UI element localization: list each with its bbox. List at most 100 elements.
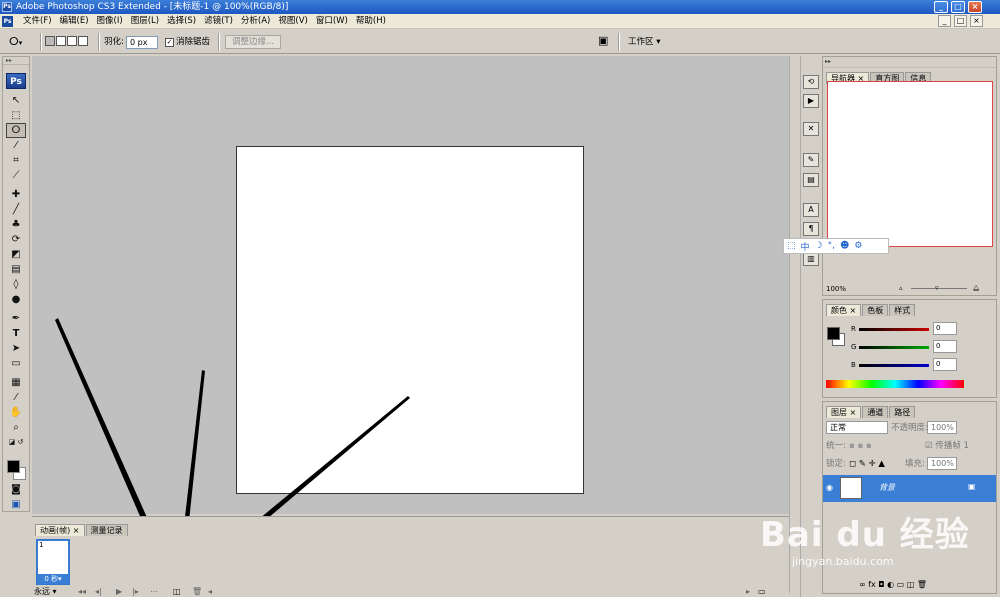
- menu-image[interactable]: 图像(I): [94, 14, 128, 29]
- app-menu-icon[interactable]: Ps: [2, 16, 13, 27]
- tab-swatches[interactable]: 色板: [862, 304, 889, 316]
- lock-icons[interactable]: ◻ ✎ ✛ ▲: [849, 458, 885, 470]
- frame-delay[interactable]: 0 秒▾: [37, 575, 69, 584]
- default-colors-icon[interactable]: ◪ ↺: [6, 435, 26, 450]
- zoom-in-icon[interactable]: ⧋: [973, 283, 979, 293]
- doc-close-button[interactable]: ×: [970, 15, 983, 27]
- type-tool-icon[interactable]: T: [6, 326, 26, 341]
- delete-frame-icon[interactable]: 🗑: [192, 586, 202, 597]
- clone-stamp-tool-icon[interactable]: ♣: [6, 217, 26, 232]
- layer-name[interactable]: 背景: [879, 482, 895, 493]
- color-spectrum[interactable]: [826, 380, 964, 388]
- menu-layer[interactable]: 图层(L): [128, 14, 164, 29]
- antialias-checkbox[interactable]: ✓: [165, 38, 174, 47]
- gradient-tool-icon[interactable]: ▤: [6, 262, 26, 277]
- add-selection-icon[interactable]: [56, 36, 66, 46]
- eraser-tool-icon[interactable]: ◩: [6, 247, 26, 262]
- clone-source-icon[interactable]: ▤: [803, 173, 819, 187]
- opacity-input[interactable]: 100%: [927, 421, 957, 434]
- layers-footer-icons[interactable]: ∞ fx ◘ ◐ ▭ ◫ 🗑: [859, 579, 927, 591]
- camera-icon[interactable]: ▣: [598, 35, 608, 47]
- channel-b-input[interactable]: 0: [933, 358, 957, 371]
- new-selection-icon[interactable]: [45, 36, 55, 46]
- unify-icons[interactable]: ▪ ▪ ▪: [849, 440, 872, 452]
- settings-icon[interactable]: ⚙: [854, 241, 862, 251]
- path-selection-tool-icon[interactable]: ➤: [6, 341, 26, 356]
- menu-filter[interactable]: 滤镜(T): [201, 14, 238, 29]
- workspace-button[interactable]: 工作区 ▾: [628, 35, 660, 49]
- document-window[interactable]: [32, 56, 789, 514]
- duplicate-frame-icon[interactable]: ◫: [173, 586, 181, 597]
- history-brush-tool-icon[interactable]: ⟳: [6, 232, 26, 247]
- pen-tool-icon[interactable]: ✒: [6, 311, 26, 326]
- hand-tool-icon[interactable]: ✋: [6, 405, 26, 420]
- menu-file[interactable]: 文件(F): [20, 14, 57, 29]
- blur-tool-icon[interactable]: ◊: [6, 277, 26, 292]
- tools-icon[interactable]: ✕: [803, 122, 819, 136]
- next-frame-icon[interactable]: |▸: [132, 586, 139, 597]
- crop-tool-icon[interactable]: ⌗: [6, 153, 26, 168]
- channel-b-slider[interactable]: [859, 364, 929, 367]
- menu-view[interactable]: 视图(V): [275, 14, 312, 29]
- tab-layers[interactable]: 图层 ×: [826, 406, 862, 418]
- menu-analysis[interactable]: 分析(A): [238, 14, 275, 29]
- navigator-preview[interactable]: [827, 81, 993, 247]
- doc-restore-button[interactable]: □: [954, 15, 967, 27]
- dodge-tool-icon[interactable]: ●: [6, 292, 26, 307]
- feather-input[interactable]: 0 px: [126, 36, 158, 49]
- actions-icon[interactable]: ▶: [803, 94, 819, 108]
- foreground-color-swatch[interactable]: [7, 460, 20, 473]
- loop-select[interactable]: 永远 ▾: [34, 586, 70, 597]
- character-icon[interactable]: A: [803, 203, 819, 217]
- move-tool-icon[interactable]: ↖: [6, 93, 26, 108]
- timeline-toggle-icon[interactable]: ▭: [758, 586, 766, 597]
- slice-tool-icon[interactable]: ⟋: [6, 168, 26, 183]
- magic-wand-tool-icon[interactable]: ⁄: [6, 138, 26, 153]
- zoom-out-icon[interactable]: ▵: [899, 283, 903, 293]
- subtract-selection-icon[interactable]: [67, 36, 77, 46]
- tab-color[interactable]: 颜色 ×: [826, 304, 862, 316]
- eye-icon[interactable]: ◉: [826, 483, 833, 492]
- zoom-slider[interactable]: [911, 288, 967, 289]
- intersect-selection-icon[interactable]: [78, 36, 88, 46]
- tool-preset-picker[interactable]: ⵔ▾: [9, 35, 35, 49]
- menu-window[interactable]: 窗口(W): [313, 14, 353, 29]
- tab-animation-frames[interactable]: 动画(帧) ×: [35, 524, 85, 536]
- menu-help[interactable]: 帮助(H): [353, 14, 391, 29]
- ps-logo[interactable]: Ps: [6, 73, 26, 89]
- toolbox-grip[interactable]: ▸▸: [3, 57, 29, 65]
- lasso-tool-icon[interactable]: ⵔ: [6, 123, 26, 138]
- channel-r-input[interactable]: 0: [933, 322, 957, 335]
- zoom-tool-icon[interactable]: ⌕: [6, 420, 26, 435]
- marquee-tool-icon[interactable]: ⬚: [6, 108, 26, 123]
- ime-logo-icon[interactable]: ⬚: [787, 241, 796, 251]
- scroll-right-icon[interactable]: ▸: [746, 586, 750, 597]
- navigator-zoom-value[interactable]: 100%: [826, 284, 846, 294]
- tab-paths[interactable]: 路径: [889, 406, 916, 418]
- channel-g-input[interactable]: 0: [933, 340, 957, 353]
- quick-mask-icon[interactable]: ◙: [6, 482, 26, 497]
- document-canvas[interactable]: [236, 146, 584, 494]
- ime-mode[interactable]: 中: [801, 240, 810, 253]
- propagate-frame-checkbox[interactable]: ☑ 传播帧 1: [925, 440, 969, 452]
- menu-select[interactable]: 选择(S): [164, 14, 201, 29]
- zoom-slider-thumb[interactable]: ▿: [935, 283, 939, 293]
- notes-tool-icon[interactable]: ▦: [6, 375, 26, 390]
- minimize-button[interactable]: _: [934, 1, 948, 13]
- screen-mode-icon[interactable]: ▣: [6, 497, 26, 512]
- brush-tool-icon[interactable]: ╱: [6, 202, 26, 217]
- tab-channels[interactable]: 通道: [862, 406, 889, 418]
- channel-r-slider[interactable]: [859, 328, 929, 331]
- scroll-left-icon[interactable]: ◂: [208, 586, 212, 597]
- moon-icon[interactable]: ☽: [815, 241, 823, 251]
- eyedropper-tool-icon[interactable]: ⁄: [6, 390, 26, 405]
- tab-styles[interactable]: 样式: [889, 304, 916, 316]
- tween-icon[interactable]: ⋯: [150, 586, 158, 597]
- layer-row-background[interactable]: ◉ 背景 ▣: [823, 475, 996, 502]
- panel-grip[interactable]: ▸▸: [823, 57, 996, 68]
- play-icon[interactable]: ▶: [116, 586, 122, 597]
- paragraph-icon[interactable]: ¶: [803, 222, 819, 236]
- history-icon[interactable]: ⟲: [803, 75, 819, 89]
- channel-g-slider[interactable]: [859, 346, 929, 349]
- first-frame-icon[interactable]: ◂◂: [78, 586, 86, 597]
